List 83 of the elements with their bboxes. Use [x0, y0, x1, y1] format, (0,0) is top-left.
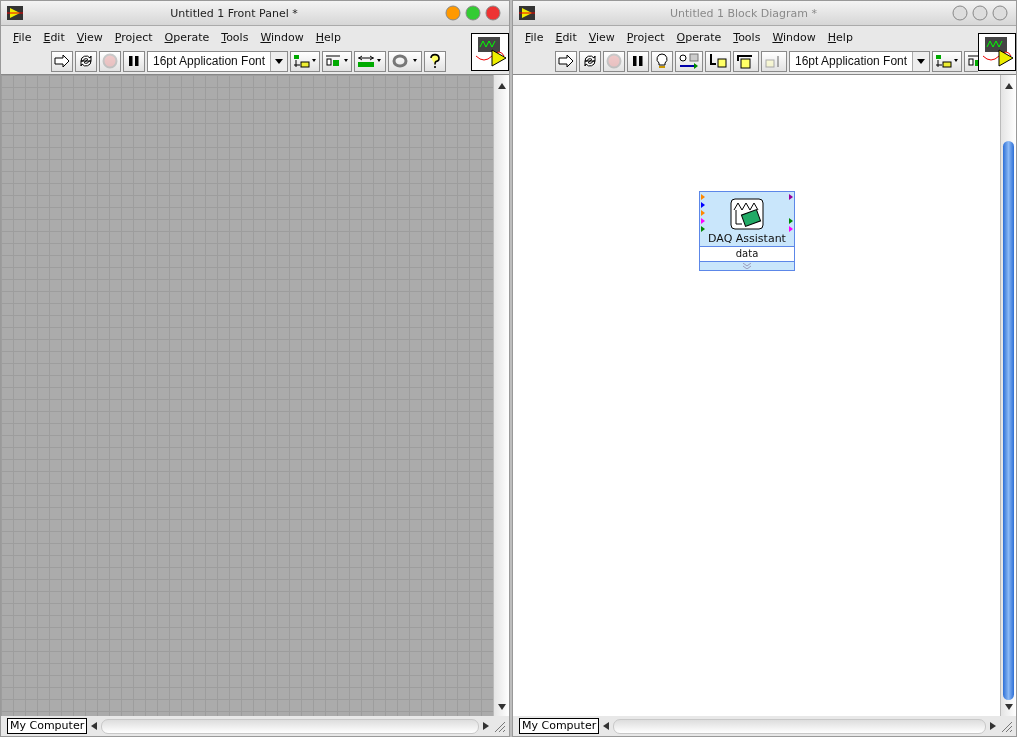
menu-item[interactable]: File — [7, 30, 38, 44]
window-title: Untitled 1 Block Diagram * — [669, 6, 818, 20]
resize-grip-icon[interactable] — [1000, 720, 1012, 732]
run-continuous-button[interactable] — [579, 50, 601, 72]
reorder-arrows-icon — [391, 54, 420, 68]
vertical-scrollbar[interactable] — [493, 75, 509, 716]
menu-item[interactable]: Edit — [37, 30, 71, 44]
menu-item[interactable]: Operate — [670, 30, 728, 44]
align-objects-icon — [935, 54, 960, 68]
node-title: DAQ Assistant — [708, 232, 786, 245]
question-mark-icon — [428, 53, 443, 69]
output-terminal[interactable]: data — [700, 246, 794, 262]
vertical-scrollbar[interactable] — [1000, 75, 1016, 716]
menu-item[interactable]: Tools — [727, 30, 767, 44]
terminal-marks-icon — [701, 194, 705, 234]
pause-button[interactable] — [123, 50, 145, 72]
font-dropdown[interactable]: 16pt Application Font — [789, 50, 931, 72]
express-vi-node[interactable]: DAQ Assistant data — [699, 191, 795, 271]
menu-item[interactable]: Help — [821, 30, 859, 44]
up-arrow-icon[interactable] — [1004, 83, 1013, 89]
run-continuous-button[interactable] — [75, 50, 97, 72]
menu-item[interactable]: Edit — [549, 30, 583, 44]
menu-item[interactable]: Window — [254, 30, 310, 44]
lightbulb-icon — [655, 53, 669, 69]
menu-item[interactable]: View — [70, 30, 109, 44]
up-arrow-icon[interactable] — [497, 83, 506, 89]
menu-item[interactable]: Operate — [158, 30, 216, 44]
run-arrow-icon — [558, 54, 574, 68]
pause-icon — [632, 55, 644, 67]
vi-logo-icon — [519, 6, 535, 20]
cycle-arrows-icon — [582, 53, 598, 69]
help-button[interactable] — [424, 50, 447, 72]
left-arrow-icon[interactable] — [91, 722, 98, 730]
step-into-button[interactable] — [705, 50, 731, 72]
menu-item[interactable]: Project — [620, 30, 671, 44]
menu-item[interactable]: Tools — [215, 30, 255, 44]
resize-grip-icon[interactable] — [493, 720, 505, 732]
menu-item[interactable]: Project — [108, 30, 159, 44]
window-title: Untitled 1 Front Panel * — [169, 6, 299, 20]
horizontal-scrollbar[interactable] — [101, 718, 479, 734]
resize-objects-icon — [357, 54, 384, 68]
menu-item[interactable]: View — [582, 30, 621, 44]
align-objects-icon — [293, 54, 318, 68]
down-arrow-icon[interactable] — [497, 704, 506, 710]
pause-icon — [128, 55, 140, 67]
horizontal-scrollbar[interactable] — [613, 718, 986, 734]
caret-icon — [275, 58, 284, 64]
cycle-arrows-icon — [78, 53, 94, 69]
font-dropdown[interactable]: 16pt Application Font — [147, 50, 289, 72]
retain-button[interactable] — [675, 50, 703, 72]
scroll-thumb[interactable] — [1003, 141, 1014, 700]
target-label[interactable]: My Computer — [519, 718, 600, 734]
right-arrow-icon[interactable] — [483, 722, 489, 730]
target-label[interactable]: My Computer — [7, 718, 88, 734]
run-button[interactable] — [51, 50, 73, 72]
down-arrow-icon[interactable] — [1004, 704, 1013, 710]
menu-item[interactable]: File — [519, 30, 550, 44]
vi-connector-icon — [471, 33, 509, 71]
right-arrow-icon[interactable] — [990, 722, 996, 730]
left-arrow-icon[interactable] — [603, 722, 610, 730]
pause-button[interactable] — [627, 50, 649, 72]
window-controls-icon[interactable] — [445, 5, 503, 21]
terminal-marks-icon — [789, 194, 793, 234]
caret-icon — [917, 58, 926, 64]
vi-logo-icon — [7, 6, 23, 20]
align-button[interactable] — [290, 50, 321, 72]
run-button[interactable] — [555, 50, 577, 72]
menu-item[interactable]: Help — [309, 30, 347, 44]
highlight-button[interactable] — [651, 50, 673, 72]
stop-circle-icon — [606, 53, 622, 69]
distribute-objects-icon — [325, 54, 350, 68]
daq-card-icon — [730, 198, 764, 230]
menu-item[interactable]: Window — [766, 30, 822, 44]
resize-button[interactable] — [354, 50, 387, 72]
probe-wire-icon — [678, 53, 700, 69]
vi-connector-icon — [978, 33, 1016, 71]
step-over-button[interactable] — [733, 50, 759, 72]
align-button[interactable] — [932, 50, 963, 72]
run-arrow-icon — [54, 54, 70, 68]
reorder-button[interactable] — [388, 50, 423, 72]
distribute-button[interactable] — [322, 50, 353, 72]
step-into-icon — [708, 53, 728, 69]
stop-circle-icon — [102, 53, 118, 69]
